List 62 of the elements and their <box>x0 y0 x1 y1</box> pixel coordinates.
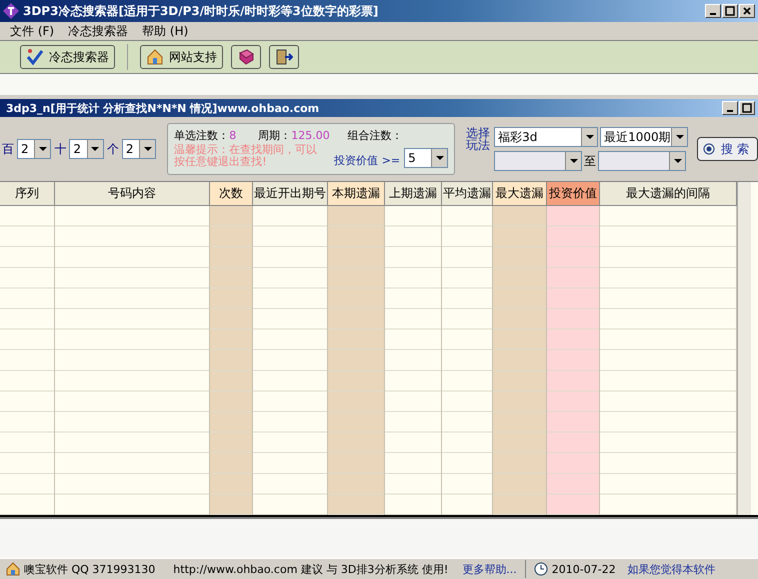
column-header[interactable]: 次数 <box>210 182 253 206</box>
minimize-button[interactable] <box>722 101 738 115</box>
hint-text: 温馨提示：在查找期间，可以按任意键退出查找! <box>174 144 318 168</box>
column-header[interactable]: 最近开出期号 <box>253 182 328 206</box>
scrollbar[interactable] <box>737 182 751 515</box>
period-value: 125.00 <box>291 129 330 142</box>
maximize-icon <box>725 6 735 16</box>
minimize-button[interactable] <box>705 4 721 18</box>
app-icon <box>3 3 19 19</box>
menu-item[interactable]: 帮助 (H) <box>142 22 188 40</box>
end-dropdown[interactable] <box>598 151 686 171</box>
digit-label: 个 <box>106 140 119 158</box>
house-icon <box>146 48 164 66</box>
column-header[interactable]: 上期遗漏 <box>385 182 442 206</box>
exit-button[interactable] <box>269 45 299 69</box>
start-dropdown[interactable] <box>494 151 582 171</box>
single-count-label: 单选注数： <box>174 128 230 143</box>
maximize-button[interactable] <box>722 4 738 18</box>
clock-icon <box>534 562 548 576</box>
combo-count-label: 组合注数： <box>348 128 403 143</box>
toolbar-button[interactable]: 网站支持 <box>140 45 223 69</box>
help-link[interactable]: 更多帮助... <box>462 562 517 576</box>
value-label: 投资价值 >= <box>334 153 400 168</box>
door-exit-icon <box>275 48 293 66</box>
digit-label: 十 <box>54 140 66 158</box>
checkmark-icon <box>26 48 44 66</box>
column-header[interactable]: 序列 <box>0 182 55 206</box>
search-button[interactable]: 搜 索 <box>697 137 758 161</box>
game-dropdown[interactable]: 福彩3d <box>494 127 598 147</box>
company-text: 噢宝软件 QQ 371993130 <box>24 562 156 576</box>
advice-text: http://www.ohbao.com 建议 与 3D排3分析系统 使用! <box>173 562 448 576</box>
play-mode-label: 选择玩法 <box>466 127 492 154</box>
menu-item[interactable]: 冷态搜索器 <box>68 22 128 40</box>
house-icon <box>6 562 20 576</box>
maximize-button[interactable] <box>739 101 755 115</box>
minimize-icon <box>710 13 716 15</box>
range-dropdown[interactable]: 最近1000期 <box>600 127 688 147</box>
column-header[interactable]: 平均遗漏 <box>442 182 493 206</box>
to-label: 至 <box>584 152 596 170</box>
close-icon <box>742 6 752 16</box>
digit-dropdown[interactable]: 2 <box>69 139 104 159</box>
period-label: 周期： <box>258 128 292 143</box>
menu-item[interactable]: 文件 (F) <box>10 22 54 40</box>
window-title: 3DP3冷态搜索器[适用于3D/P3/时时乐/时时彩等3位数字的彩票] <box>23 2 380 20</box>
column-header[interactable]: 最大遗漏 <box>493 182 547 206</box>
column-header[interactable]: 号码内容 <box>55 182 210 206</box>
maximize-icon <box>742 103 752 113</box>
column-header[interactable]: 最大遗漏的间隔 <box>600 182 737 206</box>
single-count-value: 8 <box>229 129 236 142</box>
date-text: 2010-07-22 <box>552 562 616 576</box>
value-dropdown[interactable]: 5 <box>404 148 448 168</box>
column-header[interactable]: 本期遗漏 <box>328 182 385 206</box>
close-button[interactable] <box>739 4 755 18</box>
child-window-title: 3dp3_n[用于统计 分析查找N*N*N 情况]www.ohbao.com <box>6 100 320 116</box>
column-header[interactable]: 投资价值 <box>547 182 600 206</box>
digit-dropdown[interactable]: 2 <box>17 139 52 159</box>
promo-text: 如果您觉得本软件 <box>628 562 716 576</box>
search-icon <box>703 143 716 155</box>
digit-label: 百 <box>2 140 14 158</box>
digit-dropdown[interactable]: 2 <box>122 139 156 159</box>
toolbar-button[interactable]: 冷态搜索器 <box>20 45 115 69</box>
minimize-icon <box>727 110 733 112</box>
